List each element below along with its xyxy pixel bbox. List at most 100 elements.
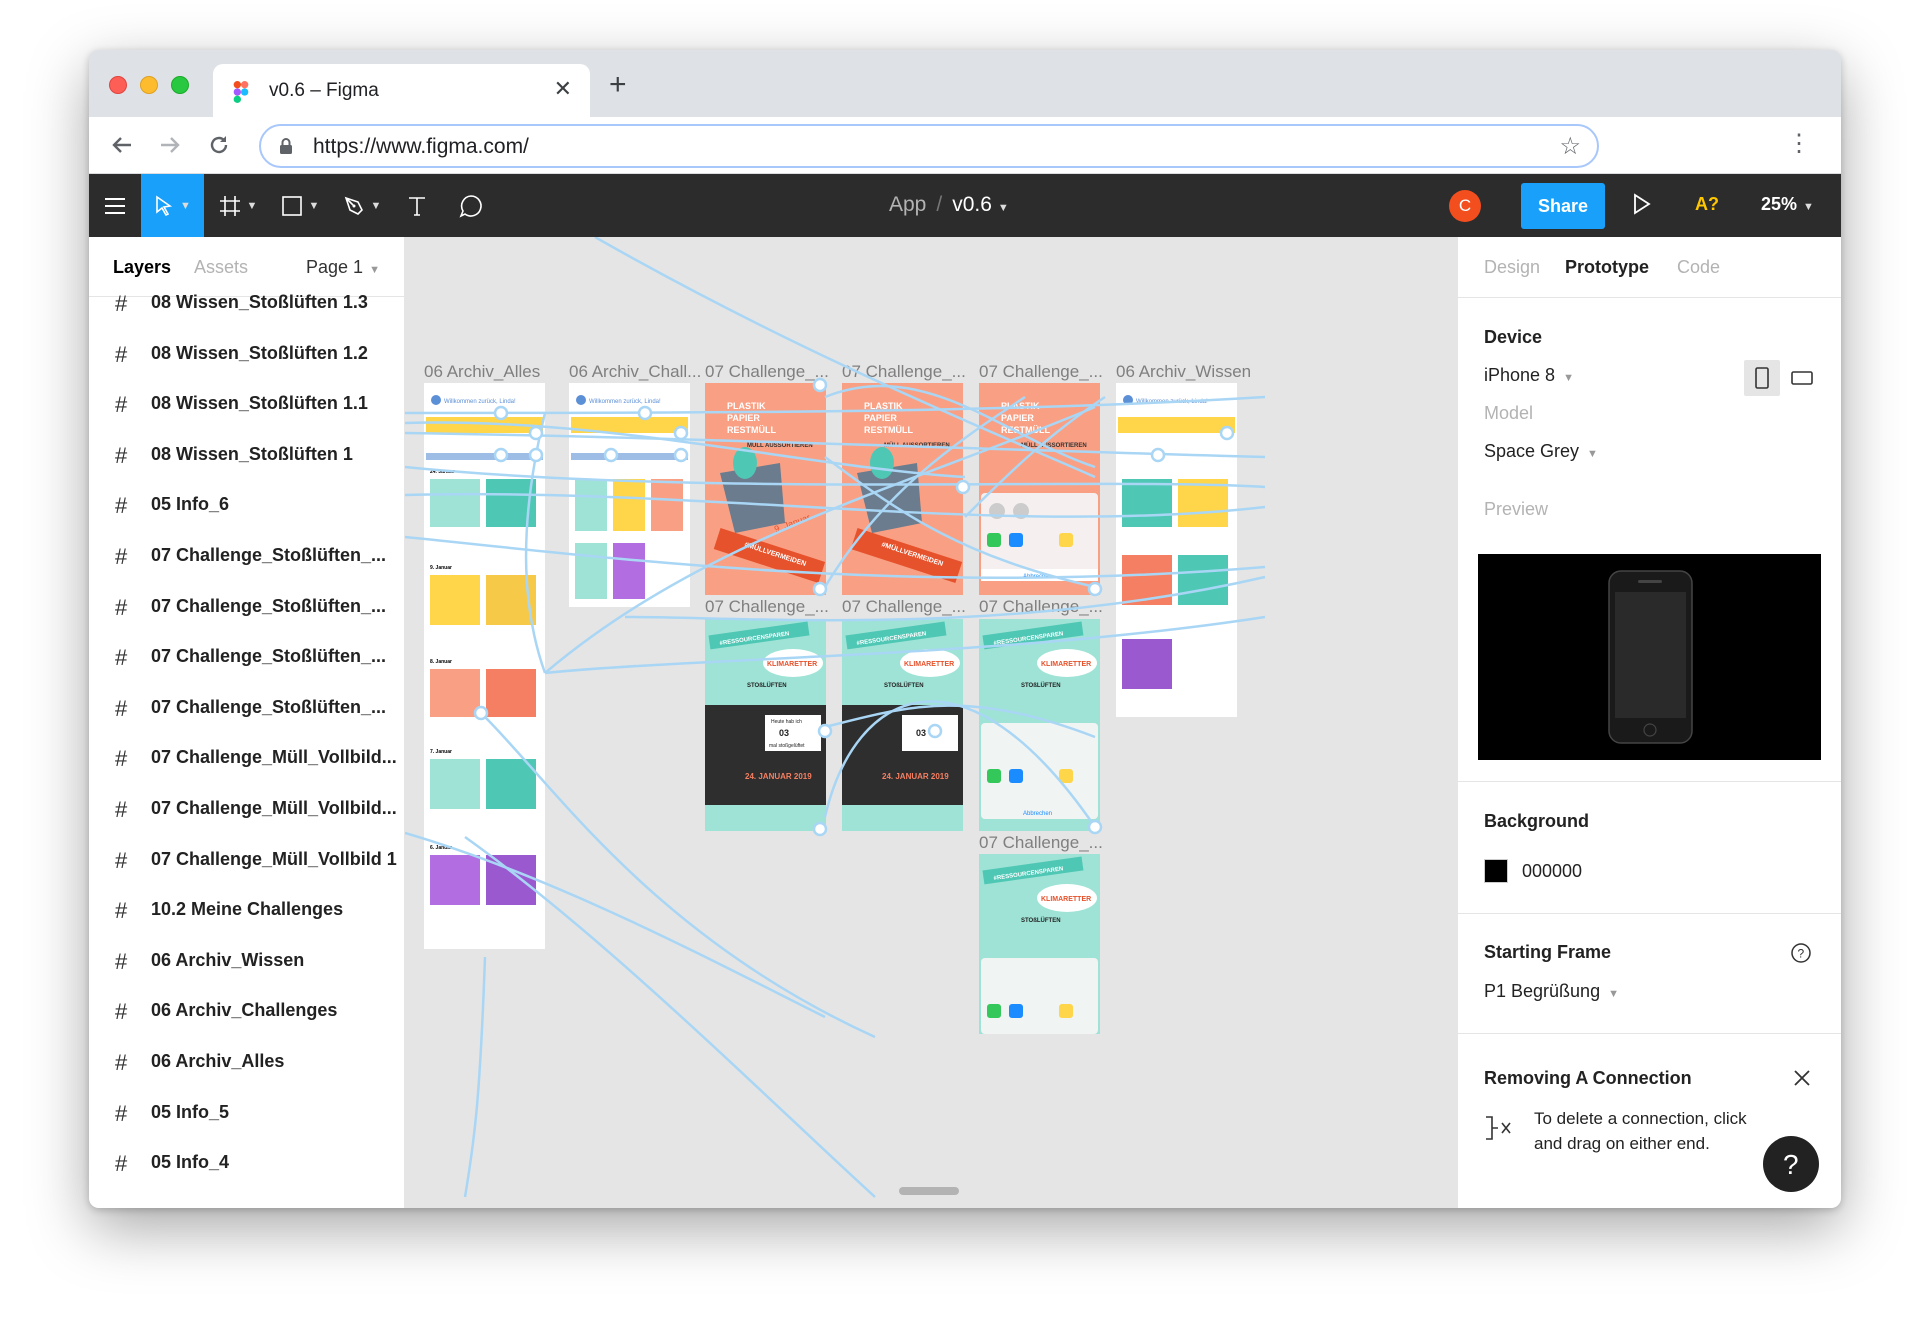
connection-node <box>1219 425 1235 441</box>
minimize-window-button[interactable] <box>140 76 158 94</box>
breadcrumb: App / v0.6 ▼ <box>889 193 1009 217</box>
tab-strip: v0.6 – Figma ✕ + <box>89 50 1841 117</box>
model-dropdown[interactable]: Space Grey ▼ <box>1484 441 1598 462</box>
background-hex-input[interactable]: 000000 <box>1522 861 1582 882</box>
iphone-icon <box>1608 570 1693 744</box>
layer-row[interactable]: #05 Info_5 <box>89 1097 404 1148</box>
canvas[interactable]: 06 Archiv_Alles 06 Archiv_Chall... 07 Ch… <box>405 237 1457 1208</box>
background-color-swatch[interactable] <box>1484 859 1508 883</box>
layer-label: 08 Wissen_Stoßlüften 1 <box>151 443 353 464</box>
browser-menu-icon[interactable]: ⋮ <box>1787 131 1811 157</box>
landscape-icon <box>1791 371 1813 385</box>
connection-node <box>493 447 509 463</box>
layer-row[interactable]: #07 Challenge_Stoßlüften_... <box>89 540 404 591</box>
frame-tool-button[interactable]: ▼ <box>209 174 267 237</box>
starting-frame-dropdown[interactable]: P1 Begrüßung ▼ <box>1484 981 1619 1002</box>
tab-code[interactable]: Code <box>1677 257 1720 278</box>
layer-row[interactable]: #05 Info_4 <box>89 1147 404 1198</box>
help-button[interactable]: ? <box>1762 1135 1820 1193</box>
starting-frame-heading: Starting Frame <box>1484 942 1612 962</box>
bookmark-star-icon[interactable]: ☆ <box>1559 132 1581 161</box>
text-tool-button[interactable] <box>395 174 439 237</box>
layer-row[interactable]: #06 Archiv_Alles <box>89 1046 404 1097</box>
back-arrow-icon[interactable] <box>111 134 133 156</box>
frame-icon: # <box>115 1151 128 1177</box>
tab-close-icon[interactable]: ✕ <box>554 76 572 102</box>
landscape-orientation-button[interactable] <box>1784 360 1820 396</box>
present-play-icon[interactable] <box>1632 192 1652 216</box>
chevron-down-icon[interactable]: ▼ <box>998 202 1009 214</box>
layer-row[interactable]: #08 Wissen_Stoßlüften 1.2 <box>89 338 404 389</box>
browser-tab[interactable]: v0.6 – Figma ✕ <box>213 64 590 117</box>
connection-line <box>405 831 826 1019</box>
connection-line <box>405 492 1266 518</box>
connection-line <box>544 615 1266 675</box>
close-icon[interactable] <box>1792 1068 1812 1088</box>
move-tool-button[interactable]: ▼ <box>141 174 204 237</box>
layer-row[interactable]: #08 Wissen_Stoßlüften 1.3 <box>89 287 404 338</box>
device-dropdown[interactable]: iPhone 8 ▼ <box>1484 365 1574 386</box>
connection-line <box>484 716 876 1039</box>
layer-row[interactable]: #07 Challenge_Stoßlüften_... <box>89 692 404 743</box>
layer-row[interactable]: #05 Info_6 <box>89 489 404 540</box>
prototype-connections[interactable] <box>405 237 1457 1208</box>
frame-icon: # <box>115 1100 128 1126</box>
connection-node <box>637 405 653 421</box>
tab-design[interactable]: Design <box>1484 257 1540 278</box>
layer-row[interactable]: #07 Challenge_Müll_Vollbild... <box>89 793 404 844</box>
main-menu-icon[interactable] <box>89 174 141 237</box>
removing-connection-heading: Removing A Connection <box>1484 1068 1692 1088</box>
reload-icon[interactable] <box>207 133 231 157</box>
layer-row[interactable]: #10.2 Meine Challenges <box>89 894 404 945</box>
avatar[interactable]: C <box>1449 190 1481 222</box>
layer-label: 06 Archiv_Wissen <box>151 949 305 970</box>
forward-arrow-icon[interactable] <box>159 134 181 156</box>
layer-row[interactable]: #06 Archiv_Challenges <box>89 995 404 1046</box>
layer-row[interactable]: #07 Challenge_Müll_Vollbild 1 <box>89 844 404 895</box>
frame-icon: # <box>115 746 128 772</box>
connection-node <box>955 479 971 495</box>
share-button[interactable]: Share <box>1521 183 1605 229</box>
layer-row[interactable]: #07 Challenge_Stoßlüften_... <box>89 641 404 692</box>
close-window-button[interactable] <box>109 76 127 94</box>
connection-node <box>927 723 943 739</box>
file-name[interactable]: v0.6 <box>952 193 992 216</box>
text-icon <box>409 196 425 216</box>
project-name[interactable]: App <box>889 193 926 216</box>
connection-line <box>624 575 1266 622</box>
frame-icon: # <box>115 493 128 519</box>
browser-window: v0.6 – Figma ✕ + https://www.figma.com/ … <box>89 50 1841 1208</box>
frame-icon: # <box>115 645 128 671</box>
connection-line <box>824 384 1096 469</box>
layer-label: 08 Wissen_Stoßlüften 1.3 <box>151 292 368 312</box>
layer-row[interactable]: #07 Challenge_Stoßlüften_... <box>89 591 404 642</box>
portrait-orientation-button[interactable] <box>1744 360 1780 396</box>
pen-tool-button[interactable]: ▼ <box>333 174 391 237</box>
layer-row[interactable]: #08 Wissen_Stoßlüften 1.1 <box>89 388 404 439</box>
comment-tool-button[interactable] <box>445 174 497 237</box>
layer-row[interactable]: #08 Wissen_Stoßlüften 1 <box>89 439 404 490</box>
figma-toolbar: ▼ ▼ ▼ ▼ App / v0.6 ▼ C Share A? 25% ▼ <box>89 174 1841 237</box>
url-text[interactable]: https://www.figma.com/ <box>313 135 529 159</box>
connection-node <box>528 425 544 441</box>
tab-prototype[interactable]: Prototype <box>1565 257 1649 278</box>
chevron-down-icon: ▼ <box>369 264 380 276</box>
layer-row[interactable]: #06 Archiv_Wissen <box>89 945 404 996</box>
accessibility-check-button[interactable]: A? <box>1695 194 1719 215</box>
lock-icon <box>280 138 292 154</box>
tab-layers[interactable]: Layers <box>113 257 171 278</box>
zoom-dropdown[interactable]: 25% ▼ <box>1761 194 1814 215</box>
tab-assets[interactable]: Assets <box>194 257 248 278</box>
layer-row[interactable]: #07 Challenge_Müll_Vollbild... <box>89 742 404 793</box>
connection-node <box>473 705 489 721</box>
removing-connection-text-1: To delete a connection, click <box>1534 1109 1747 1128</box>
connection-node <box>812 581 828 597</box>
shape-tool-button[interactable]: ▼ <box>271 174 329 237</box>
page-dropdown[interactable]: Page 1 ▼ <box>306 257 380 278</box>
horizontal-scrollbar[interactable] <box>899 1187 959 1195</box>
layer-label: 07 Challenge_Stoßlüften_... <box>151 595 387 616</box>
maximize-window-button[interactable] <box>171 76 189 94</box>
address-bar[interactable]: https://www.figma.com/ ☆ <box>259 124 1599 168</box>
new-tab-button[interactable]: + <box>609 70 627 100</box>
help-circle-icon[interactable]: ? <box>1790 942 1812 964</box>
